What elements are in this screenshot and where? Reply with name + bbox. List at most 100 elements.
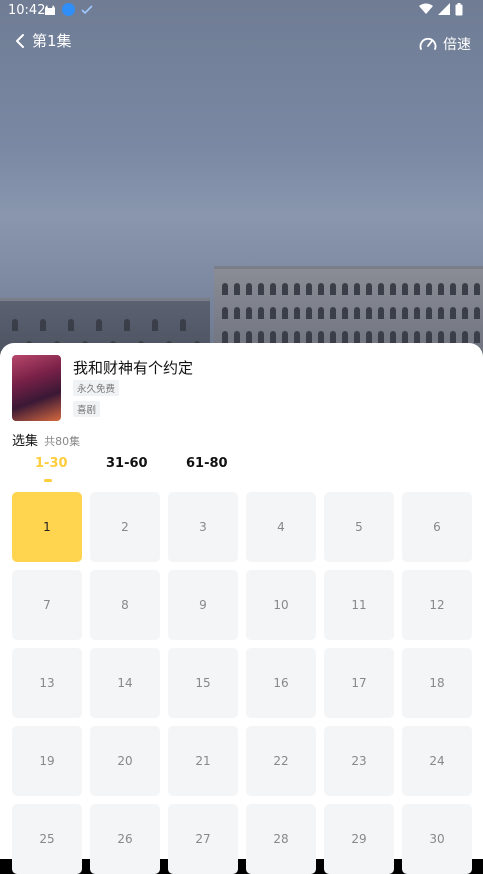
building-window	[124, 319, 130, 331]
tag-genre: 喜剧	[73, 401, 101, 417]
building-window	[270, 307, 276, 319]
building-window	[180, 319, 186, 331]
building-window	[438, 307, 444, 319]
episode-cell[interactable]: 7	[12, 570, 82, 640]
episode-cell[interactable]: 25	[12, 804, 82, 874]
episode-cell[interactable]: 10	[246, 570, 316, 640]
tab-range-1-30[interactable]: 1-30	[35, 456, 68, 471]
building-window	[258, 307, 264, 319]
episode-total-count: 共80集	[44, 435, 81, 448]
episode-title: 第1集	[32, 32, 72, 50]
episode-cell[interactable]: 19	[12, 726, 82, 796]
download-icon	[62, 3, 75, 16]
episode-cell[interactable]: 2	[90, 492, 160, 562]
speed-label: 倍速	[443, 37, 471, 53]
building-window	[438, 283, 444, 295]
episode-cell[interactable]: 17	[324, 648, 394, 718]
signal-icon	[438, 3, 450, 15]
building-window	[318, 331, 324, 343]
building-window	[152, 319, 158, 331]
episode-cell[interactable]: 20	[90, 726, 160, 796]
tab-range-61-80[interactable]: 61-80	[186, 456, 228, 471]
episode-sheet: 我和财神有个约定 永久免费 喜剧 选集 共80集 1-30 31-60 61-8…	[0, 343, 483, 874]
building-window	[450, 331, 456, 343]
drama-title: 我和财神有个约定	[73, 359, 194, 377]
episode-cell[interactable]: 3	[168, 492, 238, 562]
building-window	[402, 331, 408, 343]
building-window	[450, 283, 456, 295]
episode-cell[interactable]: 16	[246, 648, 316, 718]
building-window	[414, 331, 420, 343]
episode-cell[interactable]: 30	[402, 804, 472, 874]
building-window	[306, 331, 312, 343]
playback-speed-button[interactable]: 倍速	[419, 34, 471, 54]
wifi-icon	[419, 3, 433, 14]
episode-section-label: 选集	[12, 434, 39, 449]
building-window	[462, 307, 468, 319]
building-window	[330, 307, 336, 319]
episode-cell[interactable]: 18	[402, 648, 472, 718]
building-window	[234, 331, 240, 343]
building-window	[402, 283, 408, 295]
building-window	[354, 331, 360, 343]
building-window	[414, 283, 420, 295]
building-window	[294, 283, 300, 295]
episode-cell[interactable]: 6	[402, 492, 472, 562]
speedometer-icon	[419, 37, 437, 50]
episode-cell[interactable]: 27	[168, 804, 238, 874]
battery-icon	[455, 3, 463, 16]
building-window	[390, 331, 396, 343]
building-window	[12, 319, 18, 331]
building-window	[234, 307, 240, 319]
episode-cell[interactable]: 29	[324, 804, 394, 874]
drama-poster	[12, 355, 61, 421]
building-window	[234, 283, 240, 295]
building-window	[40, 319, 46, 331]
building-window	[342, 331, 348, 343]
building-window	[342, 283, 348, 295]
player-top-bar: 第1集 倍速	[0, 26, 483, 58]
building-window	[294, 307, 300, 319]
building-window	[474, 331, 480, 343]
episode-cell[interactable]: 24	[402, 726, 472, 796]
status-system-icons	[419, 3, 463, 16]
episode-cell[interactable]: 1	[12, 492, 82, 562]
building-window	[390, 283, 396, 295]
episode-cell[interactable]: 21	[168, 726, 238, 796]
building-window	[282, 331, 288, 343]
episode-cell[interactable]: 28	[246, 804, 316, 874]
building-window	[246, 331, 252, 343]
episode-cell[interactable]: 9	[168, 570, 238, 640]
tab-range-31-60[interactable]: 31-60	[106, 456, 148, 471]
episode-cell[interactable]: 26	[90, 804, 160, 874]
episode-cell[interactable]: 11	[324, 570, 394, 640]
check-icon	[81, 4, 93, 14]
episode-cell[interactable]: 22	[246, 726, 316, 796]
building-window	[450, 307, 456, 319]
building-window	[342, 307, 348, 319]
building-window	[414, 307, 420, 319]
building-window	[222, 331, 228, 343]
episode-cell[interactable]: 4	[246, 492, 316, 562]
tag-free: 永久免费	[73, 380, 120, 396]
episode-cell[interactable]: 15	[168, 648, 238, 718]
episode-range-tabs: 1-30 31-60 61-80	[0, 456, 483, 486]
episode-section-header: 选集 共80集	[12, 430, 80, 449]
building-window	[378, 331, 384, 343]
building-window	[246, 283, 252, 295]
episode-cell[interactable]: 23	[324, 726, 394, 796]
building-window	[474, 283, 480, 295]
status-time: 10:42	[8, 3, 46, 18]
building-window	[318, 283, 324, 295]
episode-cell[interactable]: 5	[324, 492, 394, 562]
episode-cell[interactable]: 14	[90, 648, 160, 718]
building-window	[426, 331, 432, 343]
building-window	[330, 331, 336, 343]
back-button[interactable]: 第1集	[14, 30, 72, 51]
cat-icon	[45, 4, 55, 15]
episode-cell[interactable]: 13	[12, 648, 82, 718]
building-window	[378, 283, 384, 295]
episode-cell[interactable]: 12	[402, 570, 472, 640]
episode-cell[interactable]: 8	[90, 570, 160, 640]
status-notification-icons	[44, 3, 93, 16]
